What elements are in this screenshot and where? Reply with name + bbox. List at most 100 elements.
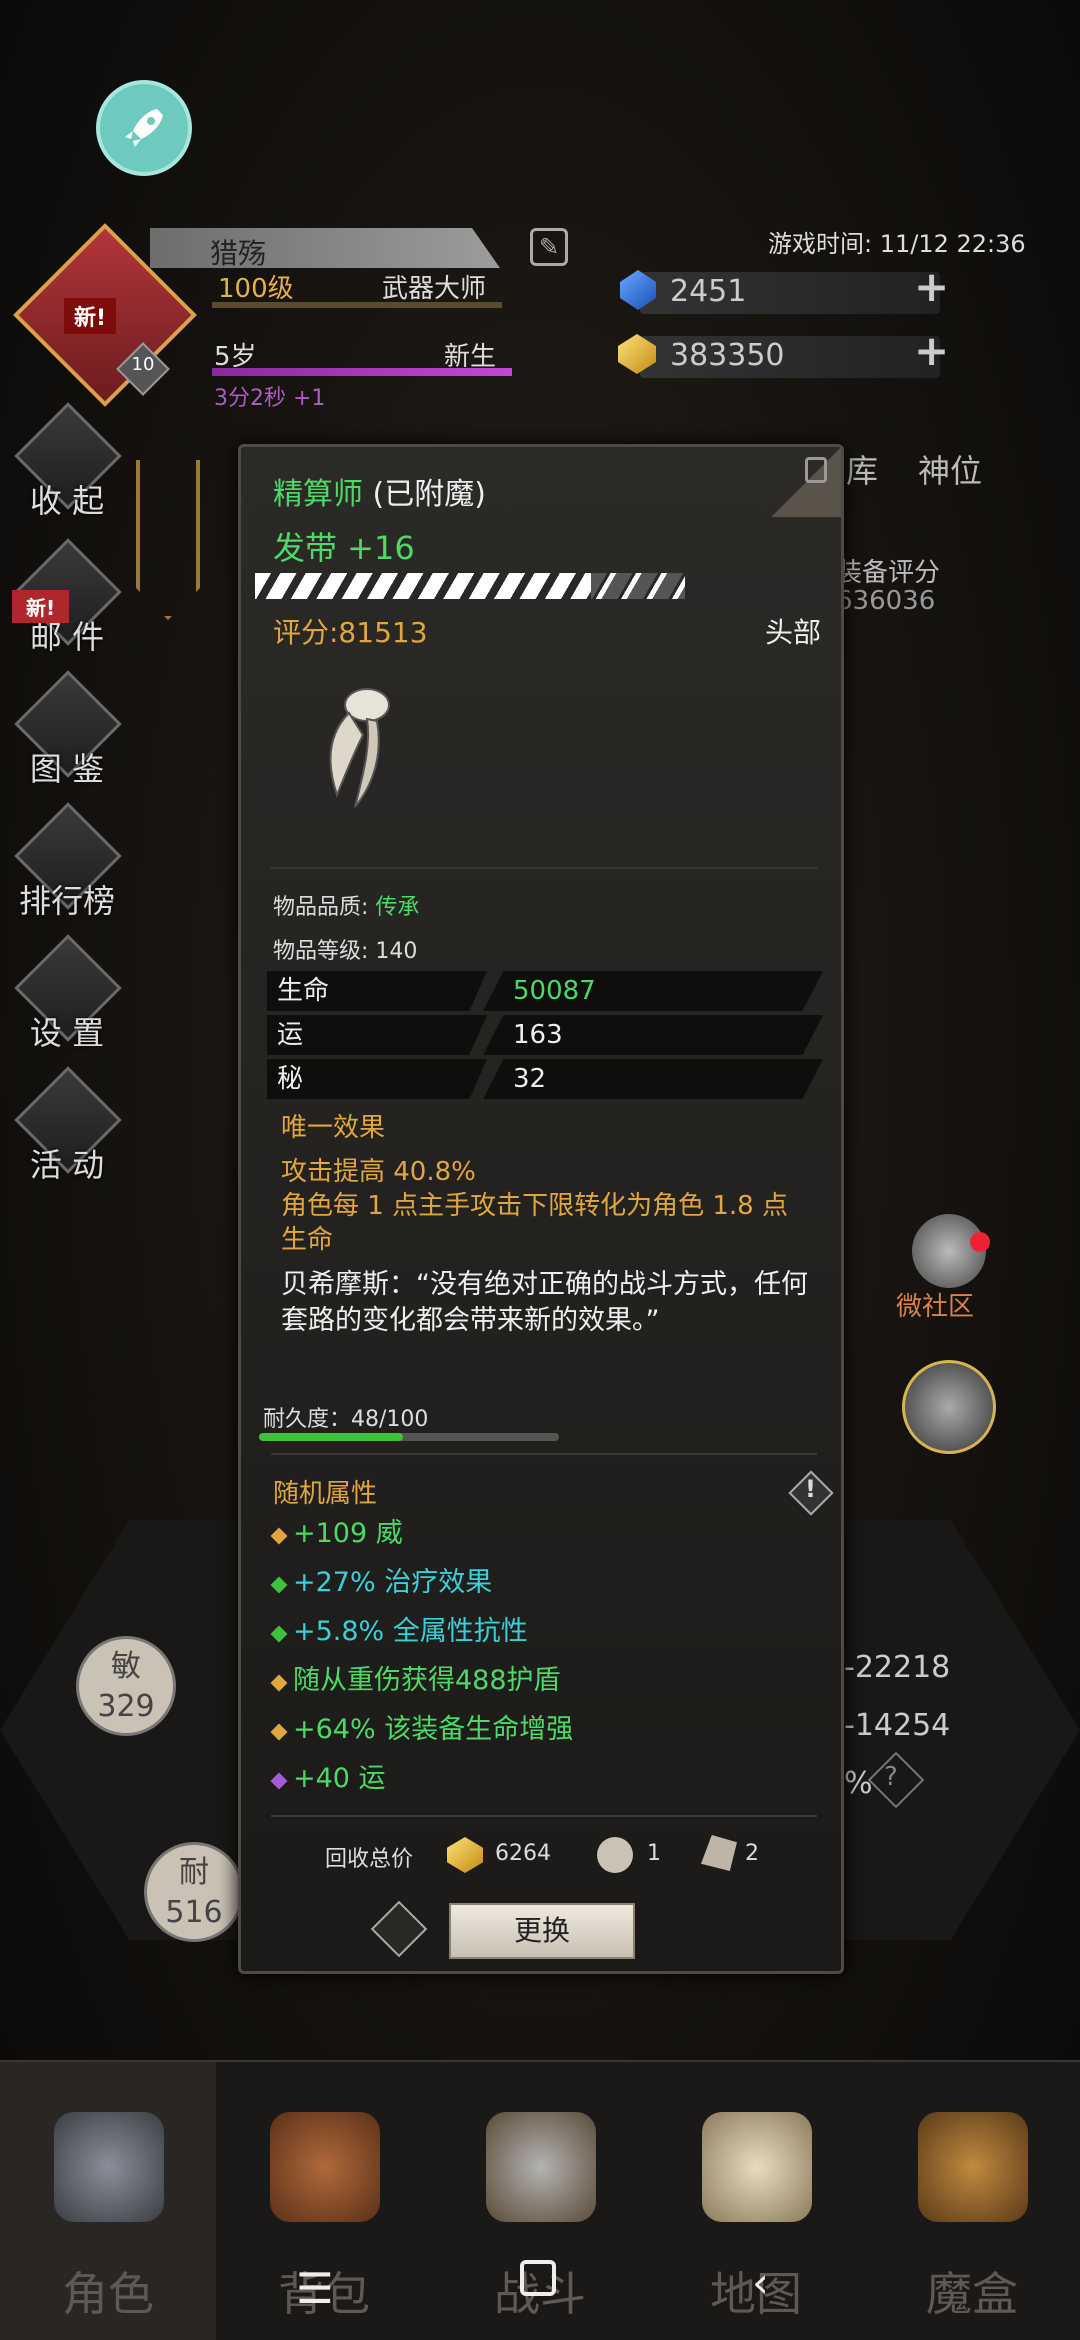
tab-warehouse[interactable]: 库	[846, 446, 878, 492]
endurance-stat: 耐 516	[144, 1842, 244, 1942]
endurance-label: 耐	[179, 1855, 209, 1890]
share-button[interactable]	[370, 1900, 428, 1958]
replace-button[interactable]: 更换	[449, 1903, 635, 1959]
bullet-icon	[270, 1625, 288, 1643]
banner-trim	[136, 460, 200, 620]
side-label-settings: 设 置	[29, 1014, 105, 1052]
side-settings-button[interactable]: 设 置	[12, 934, 122, 1054]
rune-icon	[701, 1835, 737, 1871]
dragon-icon[interactable]	[902, 1360, 996, 1454]
player-class-title: 武器大师	[382, 274, 487, 304]
divider	[271, 1453, 817, 1455]
durability-bar	[259, 1433, 559, 1441]
menu-icon[interactable]: ☰	[296, 2264, 334, 2313]
side-ranking-button[interactable]: 排行榜	[12, 802, 122, 922]
level-badge-number: 10	[131, 354, 155, 375]
bullet-icon	[270, 1576, 288, 1594]
help-icon-glyph: ?	[884, 1762, 898, 1792]
random-attr-text: +5.8% 全属性抗性	[293, 1616, 528, 1647]
community-label[interactable]: 微社区	[896, 1286, 974, 1323]
bullet-icon	[270, 1674, 288, 1692]
side-events-button[interactable]: 活 动	[12, 1066, 122, 1186]
back-icon[interactable]: ‹	[752, 2258, 769, 2307]
durability-label: 耐久度：48/100	[263, 1407, 429, 1432]
item-title: 精算师 (已附魔)	[273, 469, 486, 513]
exp-bar	[212, 302, 502, 308]
lock-icon[interactable]	[805, 457, 827, 483]
stat-value-3: %	[844, 1766, 873, 1801]
scroll-map-icon	[702, 2112, 812, 2222]
home-icon[interactable]	[520, 2260, 556, 2296]
magic-box-icon	[918, 2112, 1028, 2222]
random-attr-line: +40 运	[270, 1756, 386, 1795]
random-attr-line: +5.8% 全属性抗性	[270, 1609, 528, 1648]
endurance-value: 516	[165, 1895, 223, 1930]
gold-currency-value: 383350	[670, 338, 785, 373]
attribute-row: 生命 50087	[267, 971, 823, 1011]
player-name: 猎殇	[210, 237, 267, 270]
unique-effect-header: 唯一效果	[281, 1113, 386, 1143]
backpack-icon	[270, 2112, 380, 2222]
bullet-icon	[270, 1527, 288, 1545]
recycle-item2: 2	[745, 1841, 759, 1866]
agility-value: 329	[97, 1689, 155, 1724]
attribute-row: 运 163	[267, 1015, 823, 1055]
bullet-icon	[270, 1723, 288, 1741]
side-label-codex: 图 鉴	[29, 750, 105, 788]
attribute-value: 163	[483, 1015, 823, 1055]
system-nav-bar: ☰ ‹	[0, 2240, 1080, 2340]
item-subtitle: 发带 +16	[273, 529, 415, 567]
mail-new-badge: 新!	[12, 590, 70, 623]
game-time: 游戏时间: 11/12 22:36	[768, 230, 1026, 258]
durability-fill	[259, 1433, 403, 1441]
side-label-collapse: 收 起	[29, 482, 105, 520]
rocket-icon	[125, 109, 163, 147]
helmet-icon	[54, 2112, 164, 2222]
random-attr-line: +109 威	[270, 1511, 403, 1550]
edit-icon[interactable]: ✎	[530, 228, 568, 266]
player-level: 100级	[218, 274, 294, 304]
item-quality-label: 物品品质:	[273, 895, 376, 920]
side-collapse-button[interactable]: 收 起	[12, 402, 122, 522]
item-level: 物品等级: 140	[273, 939, 418, 964]
bullet-icon	[270, 1772, 288, 1790]
stat-value-2: -14254	[844, 1708, 951, 1743]
name-bar	[150, 228, 500, 268]
add-gold-currency-button[interactable]: +	[914, 326, 949, 375]
attribute-key: 生命	[267, 971, 487, 1011]
random-attrs-header: 随机属性	[273, 1479, 378, 1509]
headband-icon	[329, 688, 390, 808]
tab-god-seat[interactable]: 神位	[918, 446, 982, 492]
rocket-button[interactable]	[96, 80, 192, 176]
game-screen: 新! 10 猎殇 ✎ 100级 武器大师 5岁 新生 3分2秒 +1 游戏时间:…	[0, 0, 1080, 2340]
unique-effect-line: 攻击提高 40.8%	[281, 1157, 476, 1187]
sword-shield-icon	[486, 2112, 596, 2222]
item-tooltip-popup: 精算师 (已附魔) 发带 +16 评分:81513 头部 物品品质: 传承 物品…	[238, 444, 844, 1974]
side-label-events: 活 动	[29, 1146, 105, 1184]
stat-value-1: -22218	[844, 1650, 951, 1685]
attribute-key: 秘	[267, 1059, 487, 1099]
age-timer: 3分2秒 +1	[214, 386, 326, 411]
item-enchant-status: (已附魔)	[372, 477, 486, 512]
random-attr-text: +109 威	[293, 1518, 403, 1549]
gold-gem-icon	[447, 1837, 483, 1873]
random-attr-text: +27% 治疗效果	[293, 1567, 493, 1598]
item-quality-value: 传承	[375, 895, 420, 920]
side-label-ranking: 排行榜	[18, 882, 115, 920]
attribute-key: 运	[267, 1015, 487, 1055]
attribute-row: 秘 32	[267, 1059, 823, 1099]
side-codex-button[interactable]: 图 鉴	[12, 670, 122, 790]
random-attr-line: +27% 治疗效果	[270, 1560, 493, 1599]
enhance-progress-empty	[591, 573, 685, 599]
divider	[271, 1815, 817, 1817]
avatar-new-badge: 新!	[64, 298, 117, 334]
recycle-item1: 1	[647, 1841, 661, 1866]
item-name: 精算师	[273, 477, 363, 512]
add-blue-currency-button[interactable]: +	[914, 262, 949, 311]
attribute-value: 50087	[483, 971, 823, 1011]
age-bar	[212, 368, 512, 376]
item-quote: 贝希摩斯：“没有绝对正确的战斗方式，任何套路的变化都会带来新的效果。”	[281, 1269, 808, 1336]
agility-label: 敏	[111, 1649, 141, 1684]
unique-effect-line: 角色每 1 点主手攻击下限转化为角色 1.8 点生命	[281, 1191, 788, 1255]
random-attr-text: +40 运	[293, 1763, 386, 1794]
